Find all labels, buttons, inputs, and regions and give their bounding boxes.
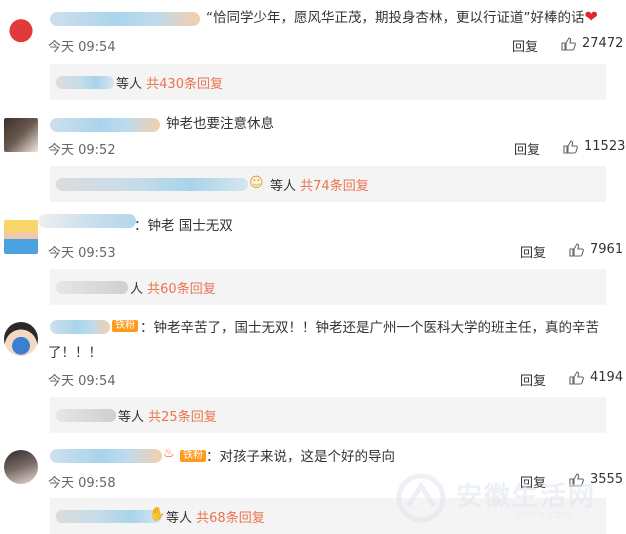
replier-names-blurred <box>56 76 114 89</box>
avatar[interactable] <box>4 12 38 46</box>
username-blurred[interactable] <box>38 214 136 228</box>
like-count: 7961 <box>590 242 624 257</box>
fan-badge: 铁粉 <box>112 320 138 332</box>
like-count: 27472 <box>582 36 624 51</box>
username-blurred[interactable] <box>50 12 200 26</box>
comment-time: 今天 09:54 <box>48 40 116 55</box>
reply-summary-text: 等人 共25条回复 <box>118 410 217 425</box>
comment-time: 今天 09:53 <box>48 246 116 261</box>
like-count: 11523 <box>584 139 626 154</box>
like-button[interactable]: 11523 <box>563 139 625 154</box>
watermark-logo-icon <box>396 473 446 523</box>
reply-button[interactable]: 回复 <box>520 370 546 389</box>
reply-button[interactable]: 回复 <box>512 36 538 55</box>
comment-text: 钟老也要注意休息 <box>166 116 274 132</box>
hand-icon: ✋ <box>149 507 166 522</box>
comment-text: “恰同学少年，愿风华正茂，期投身杏林，更以行证道”好棒的话❤ <box>206 7 598 26</box>
heart-icon: ❤ <box>584 7 598 26</box>
comment-time: 今天 09:58 <box>48 476 116 491</box>
reply-summary-text: 等人 共74条回复 <box>270 179 369 194</box>
username-blurred[interactable] <box>50 449 162 463</box>
replier-names-blurred <box>56 178 248 191</box>
replier-names-blurred <box>56 510 162 523</box>
site-watermark: 安徽生活网 ahlife.com <box>394 472 622 524</box>
reply-summary[interactable]: 等人 共430条回复 <box>50 64 606 100</box>
like-button[interactable]: 27472 <box>561 36 623 51</box>
comment-time: 今天 09:52 <box>48 143 116 158</box>
reply-summary-text: 人 共60条回复 <box>130 282 216 297</box>
fan-badge: 铁粉 <box>180 450 206 462</box>
avatar[interactable] <box>4 118 38 152</box>
reply-summary[interactable]: 等人 共25条回复 <box>50 397 606 433</box>
comment-text-continued: 了！！！ <box>48 345 102 361</box>
reply-summary-text: 等人 共430条回复 <box>116 77 223 92</box>
reply-summary-text: 等人 共68条回复 <box>166 511 265 526</box>
reply-summary[interactable]: ☺ 等人 共74条回复 <box>50 166 606 202</box>
smiley-icon: ☺ <box>249 175 264 191</box>
avatar[interactable] <box>4 450 38 484</box>
watermark-url: ahlife.com <box>514 508 572 521</box>
like-count: 4194 <box>590 370 624 385</box>
comment-text: ：钟老辛苦了，国士无双！！钟老还是广州一个医科大学的班主任，真的辛苦 <box>140 320 599 336</box>
comment-text: ：对孩子来说，这是个好的导向 <box>206 449 395 465</box>
thumbs-up-icon <box>561 36 576 51</box>
reply-summary[interactable]: 人 共60条回复 <box>50 269 606 305</box>
comment-text: ：钟老 国士无双 <box>134 218 233 234</box>
username-blurred[interactable] <box>50 118 160 132</box>
avatar[interactable] <box>4 220 38 254</box>
replier-names-blurred <box>56 281 128 294</box>
fan-fire-icon: ♨ <box>163 446 175 461</box>
username-blurred[interactable] <box>50 320 110 334</box>
like-button[interactable]: 4194 <box>569 370 623 385</box>
thumbs-up-icon <box>569 242 584 257</box>
comment-time: 今天 09:54 <box>48 374 116 389</box>
avatar[interactable] <box>4 322 38 356</box>
thumbs-up-icon <box>563 139 578 154</box>
reply-button[interactable]: 回复 <box>514 139 540 158</box>
reply-button[interactable]: 回复 <box>520 242 546 261</box>
like-button[interactable]: 7961 <box>569 242 623 257</box>
replier-names-blurred <box>56 409 116 422</box>
thumbs-up-icon <box>569 370 584 385</box>
